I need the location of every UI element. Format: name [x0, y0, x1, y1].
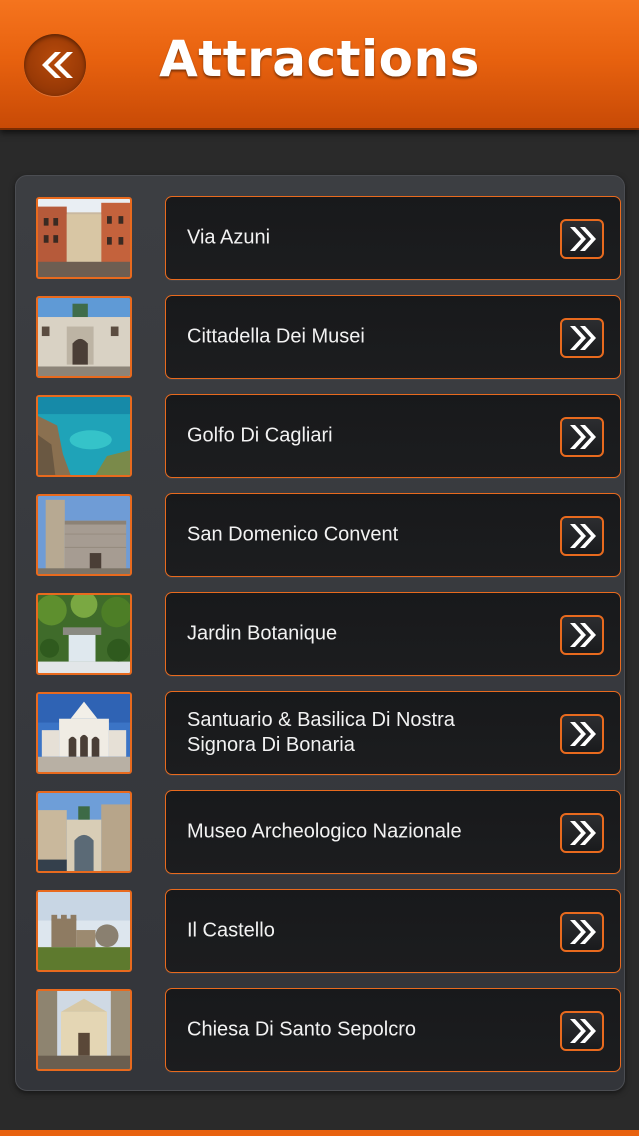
- attraction-card[interactable]: Chiesa Di Santo Sepolcro: [165, 988, 621, 1072]
- open-attraction-button[interactable]: [560, 615, 604, 655]
- double-chevron-right-icon: [570, 1019, 596, 1043]
- list-item[interactable]: Golfo Di Cagliari: [36, 394, 622, 480]
- attraction-name: Il Castello: [187, 919, 275, 942]
- attraction-card[interactable]: Museo Archeologico Nazionale: [165, 790, 621, 874]
- attraction-card[interactable]: San Domenico Convent: [165, 493, 621, 577]
- double-chevron-right-icon: [570, 524, 596, 548]
- open-attraction-button[interactable]: [560, 912, 604, 952]
- list-item[interactable]: Il Castello: [36, 889, 622, 975]
- header-bar: Attractions: [0, 0, 639, 130]
- attraction-card[interactable]: Via Azuni: [165, 196, 621, 280]
- double-chevron-right-icon: [570, 920, 596, 944]
- attraction-card[interactable]: Cittadella Dei Musei: [165, 295, 621, 379]
- open-attraction-button[interactable]: [560, 516, 604, 556]
- double-chevron-right-icon: [570, 326, 596, 350]
- attractions-list-panel: Via Azuni Cittadella Dei Musei Golfo Di …: [15, 175, 625, 1091]
- attraction-name: Via Azuni: [187, 226, 271, 249]
- open-attraction-button[interactable]: [560, 417, 604, 457]
- list-item[interactable]: Via Azuni: [36, 196, 622, 282]
- open-attraction-button[interactable]: [560, 714, 604, 754]
- list-item[interactable]: Museo Archeologico Nazionale: [36, 790, 622, 876]
- open-attraction-button[interactable]: [560, 219, 604, 259]
- double-chevron-right-icon: [570, 227, 596, 251]
- double-chevron-right-icon: [570, 821, 596, 845]
- attraction-name: Santuario & Basilica Di Nostra Signora D…: [187, 709, 455, 756]
- open-attraction-button[interactable]: [560, 1011, 604, 1051]
- attraction-card[interactable]: Il Castello: [165, 889, 621, 973]
- list-item[interactable]: Santuario & Basilica Di Nostra Signora D…: [36, 691, 622, 777]
- bottom-accent-bar: [0, 1130, 639, 1136]
- list-item[interactable]: Chiesa Di Santo Sepolcro: [36, 988, 622, 1074]
- convent-tower-photo: [36, 494, 132, 576]
- attraction-card[interactable]: Golfo Di Cagliari: [165, 394, 621, 478]
- page-title: Attractions: [159, 30, 480, 88]
- attraction-card[interactable]: Jardin Botanique: [165, 592, 621, 676]
- list-item[interactable]: Cittadella Dei Musei: [36, 295, 622, 381]
- gate-building-photo: [36, 296, 132, 378]
- attraction-card[interactable]: Santuario & Basilica Di Nostra Signora D…: [165, 691, 621, 775]
- attraction-name: Cittadella Dei Musei: [187, 325, 365, 348]
- attraction-name: Museo Archeologico Nazionale: [187, 820, 462, 843]
- attraction-name: Jardin Botanique: [187, 622, 338, 645]
- attraction-name: San Domenico Convent: [187, 523, 399, 546]
- coastline-photo: [36, 395, 132, 477]
- list-item[interactable]: Jardin Botanique: [36, 592, 622, 678]
- double-chevron-right-icon: [570, 425, 596, 449]
- attraction-name: Golfo Di Cagliari: [187, 424, 333, 447]
- basilica-photo: [36, 692, 132, 774]
- garden-waterfall-photo: [36, 593, 132, 675]
- attraction-name: Chiesa Di Santo Sepolcro: [187, 1018, 417, 1041]
- open-attraction-button[interactable]: [560, 318, 604, 358]
- double-chevron-right-icon: [570, 722, 596, 746]
- castle-tower-photo: [36, 890, 132, 972]
- museum-arch-photo: [36, 791, 132, 873]
- open-attraction-button[interactable]: [560, 813, 604, 853]
- list-item[interactable]: San Domenico Convent: [36, 493, 622, 579]
- street-photo: [36, 197, 132, 279]
- double-chevron-right-icon: [570, 623, 596, 647]
- church-facade-photo: [36, 989, 132, 1071]
